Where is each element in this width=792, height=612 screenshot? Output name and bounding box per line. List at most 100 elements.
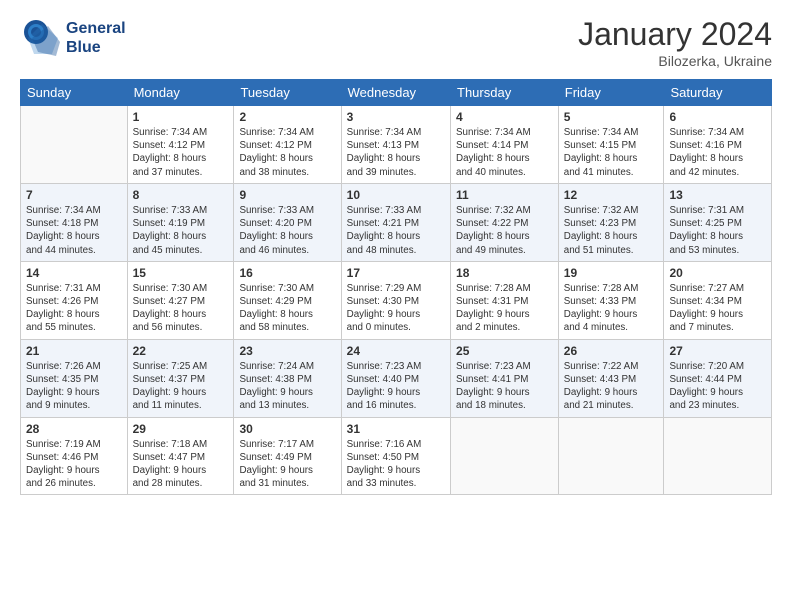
day-number: 2 [239,110,335,124]
day-info: Sunrise: 7:34 AM Sunset: 4:12 PM Dayligh… [133,126,229,179]
day-number: 9 [239,188,335,202]
calendar-cell: 16 Sunrise: 7:30 AM Sunset: 4:29 PM Dayli… [234,261,341,339]
day-info: Sunrise: 7:22 AM Sunset: 4:43 PM Dayligh… [564,360,659,413]
weekday-header-tuesday: Tuesday [234,80,341,106]
day-info: Sunrise: 7:30 AM Sunset: 4:27 PM Dayligh… [133,282,229,335]
day-number: 16 [239,266,335,280]
calendar-cell: 2 Sunrise: 7:34 AM Sunset: 4:12 PM Daylig… [234,106,341,184]
day-number: 26 [564,344,659,358]
calendar-cell: 30 Sunrise: 7:17 AM Sunset: 4:49 PM Dayli… [234,417,341,495]
week-row-1: 7 Sunrise: 7:34 AM Sunset: 4:18 PM Daylig… [21,183,772,261]
calendar-cell: 6Sunrise: 7:34 AM Sunset: 4:16 PM Daylig… [664,106,772,184]
day-number: 29 [133,422,229,436]
calendar-cell: 25 Sunrise: 7:23 AM Sunset: 4:41 PM Dayli… [451,339,559,417]
day-info: Sunrise: 7:18 AM Sunset: 4:47 PM Dayligh… [133,438,229,491]
calendar-cell: 1 Sunrise: 7:34 AM Sunset: 4:12 PM Daylig… [127,106,234,184]
day-info: Sunrise: 7:25 AM Sunset: 4:37 PM Dayligh… [133,360,229,413]
day-info: Sunrise: 7:34 AM Sunset: 4:12 PM Dayligh… [239,126,335,179]
page: General Blue January 2024 Bilozerka, Ukr… [0,0,792,612]
day-number: 31 [347,422,445,436]
day-info: Sunrise: 7:23 AM Sunset: 4:41 PM Dayligh… [456,360,553,413]
day-info: Sunrise: 7:30 AM Sunset: 4:29 PM Dayligh… [239,282,335,335]
calendar-cell: 17 Sunrise: 7:29 AM Sunset: 4:30 PM Dayli… [341,261,450,339]
day-number: 25 [456,344,553,358]
calendar-cell: 29 Sunrise: 7:18 AM Sunset: 4:47 PM Dayli… [127,417,234,495]
day-info: Sunrise: 7:23 AM Sunset: 4:40 PM Dayligh… [347,360,445,413]
calendar-cell: 9 Sunrise: 7:33 AM Sunset: 4:20 PM Daylig… [234,183,341,261]
day-info: Sunrise: 7:29 AM Sunset: 4:30 PM Dayligh… [347,282,445,335]
header: General Blue January 2024 Bilozerka, Ukr… [20,16,772,69]
calendar-cell: 26 Sunrise: 7:22 AM Sunset: 4:43 PM Dayli… [558,339,664,417]
weekday-header-friday: Friday [558,80,664,106]
calendar-cell: 5Sunrise: 7:34 AM Sunset: 4:15 PM Daylig… [558,106,664,184]
day-info: Sunrise: 7:34 AM Sunset: 4:18 PM Dayligh… [26,204,122,257]
day-info: Sunrise: 7:33 AM Sunset: 4:19 PM Dayligh… [133,204,229,257]
day-number: 17 [347,266,445,280]
calendar-cell: 20Sunrise: 7:27 AM Sunset: 4:34 PM Dayli… [664,261,772,339]
day-info: Sunrise: 7:33 AM Sunset: 4:21 PM Dayligh… [347,204,445,257]
day-number: 20 [669,266,766,280]
day-number: 21 [26,344,122,358]
week-row-2: 14 Sunrise: 7:31 AM Sunset: 4:26 PM Dayli… [21,261,772,339]
day-info: Sunrise: 7:33 AM Sunset: 4:20 PM Dayligh… [239,204,335,257]
weekday-header-saturday: Saturday [664,80,772,106]
day-number: 7 [26,188,122,202]
calendar-cell: 19 Sunrise: 7:28 AM Sunset: 4:33 PM Dayli… [558,261,664,339]
calendar-cell: 11 Sunrise: 7:32 AM Sunset: 4:22 PM Dayli… [451,183,559,261]
day-number: 5 [564,110,659,124]
day-info: Sunrise: 7:31 AM Sunset: 4:26 PM Dayligh… [26,282,122,335]
weekday-header-row: SundayMondayTuesdayWednesdayThursdayFrid… [21,80,772,106]
day-info: Sunrise: 7:28 AM Sunset: 4:33 PM Dayligh… [564,282,659,335]
day-info: Sunrise: 7:17 AM Sunset: 4:49 PM Dayligh… [239,438,335,491]
weekday-header-wednesday: Wednesday [341,80,450,106]
calendar-cell: 12Sunrise: 7:32 AM Sunset: 4:23 PM Dayli… [558,183,664,261]
calendar-cell: 24 Sunrise: 7:23 AM Sunset: 4:40 PM Dayli… [341,339,450,417]
day-number: 11 [456,188,553,202]
day-number: 24 [347,344,445,358]
day-number: 14 [26,266,122,280]
month-title: January 2024 [578,16,772,53]
calendar-cell [558,417,664,495]
weekday-header-monday: Monday [127,80,234,106]
day-number: 10 [347,188,445,202]
calendar-cell [664,417,772,495]
day-number: 30 [239,422,335,436]
weekday-header-sunday: Sunday [21,80,128,106]
day-info: Sunrise: 7:34 AM Sunset: 4:14 PM Dayligh… [456,126,553,179]
day-info: Sunrise: 7:26 AM Sunset: 4:35 PM Dayligh… [26,360,122,413]
week-row-3: 21 Sunrise: 7:26 AM Sunset: 4:35 PM Dayli… [21,339,772,417]
calendar-cell: 14 Sunrise: 7:31 AM Sunset: 4:26 PM Dayli… [21,261,128,339]
day-number: 12 [564,188,659,202]
calendar-cell: 28 Sunrise: 7:19 AM Sunset: 4:46 PM Dayli… [21,417,128,495]
day-number: 13 [669,188,766,202]
day-number: 1 [133,110,229,124]
calendar-cell: 22 Sunrise: 7:25 AM Sunset: 4:37 PM Dayli… [127,339,234,417]
calendar-cell: 27Sunrise: 7:20 AM Sunset: 4:44 PM Dayli… [664,339,772,417]
day-number: 28 [26,422,122,436]
day-info: Sunrise: 7:34 AM Sunset: 4:13 PM Dayligh… [347,126,445,179]
day-number: 3 [347,110,445,124]
calendar-cell [451,417,559,495]
day-info: Sunrise: 7:24 AM Sunset: 4:38 PM Dayligh… [239,360,335,413]
day-number: 19 [564,266,659,280]
day-number: 4 [456,110,553,124]
calendar-cell: 23Sunrise: 7:24 AM Sunset: 4:38 PM Dayli… [234,339,341,417]
day-info: Sunrise: 7:28 AM Sunset: 4:31 PM Dayligh… [456,282,553,335]
day-info: Sunrise: 7:32 AM Sunset: 4:22 PM Dayligh… [456,204,553,257]
calendar-cell: 4 Sunrise: 7:34 AM Sunset: 4:14 PM Daylig… [451,106,559,184]
day-info: Sunrise: 7:34 AM Sunset: 4:16 PM Dayligh… [669,126,766,179]
logo-svg [20,16,64,60]
week-row-0: 1 Sunrise: 7:34 AM Sunset: 4:12 PM Daylig… [21,106,772,184]
day-number: 22 [133,344,229,358]
calendar-cell: 18Sunrise: 7:28 AM Sunset: 4:31 PM Dayli… [451,261,559,339]
day-info: Sunrise: 7:31 AM Sunset: 4:25 PM Dayligh… [669,204,766,257]
weekday-header-thursday: Thursday [451,80,559,106]
calendar-cell: 13 Sunrise: 7:31 AM Sunset: 4:25 PM Dayli… [664,183,772,261]
location-subtitle: Bilozerka, Ukraine [578,53,772,69]
calendar-cell: 21 Sunrise: 7:26 AM Sunset: 4:35 PM Dayli… [21,339,128,417]
calendar-table: SundayMondayTuesdayWednesdayThursdayFrid… [20,79,772,495]
day-info: Sunrise: 7:16 AM Sunset: 4:50 PM Dayligh… [347,438,445,491]
day-info: Sunrise: 7:20 AM Sunset: 4:44 PM Dayligh… [669,360,766,413]
day-info: Sunrise: 7:19 AM Sunset: 4:46 PM Dayligh… [26,438,122,491]
logo-general: General [66,19,126,38]
